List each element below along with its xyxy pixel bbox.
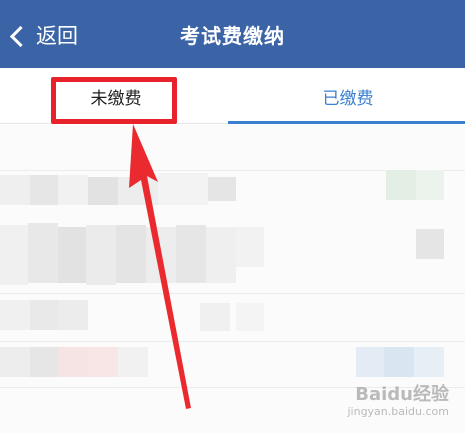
watermark-logo: Baidu经验 [355, 384, 449, 405]
watermark: Baidu经验 jingyan.baidu.com [347, 385, 449, 419]
red-arrow-shape [129, 124, 191, 409]
watermark-site: jingyan.baidu.com [347, 405, 449, 418]
red-arrow-annotation [129, 124, 191, 409]
